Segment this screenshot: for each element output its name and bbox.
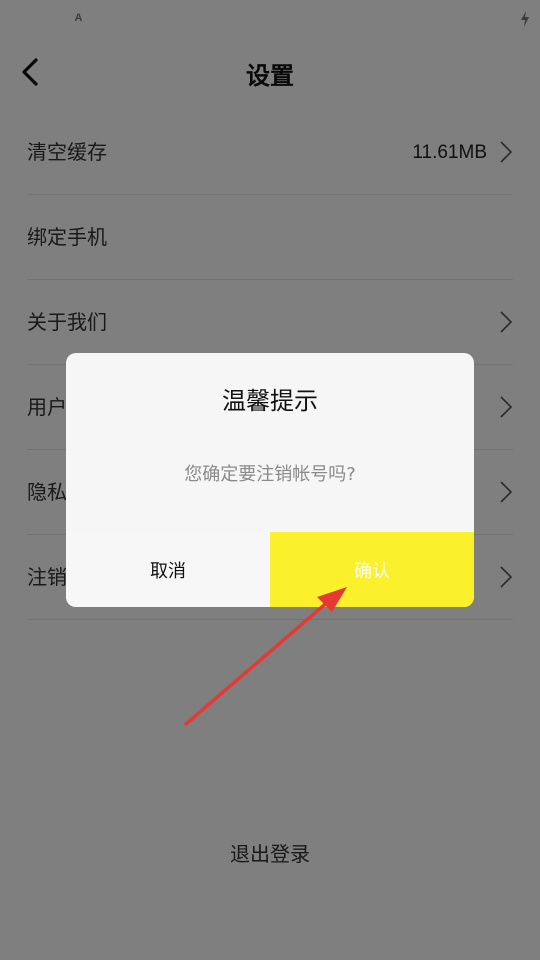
confirm-button[interactable]: 确认 xyxy=(270,532,474,607)
confirm-dialog: 温馨提示 您确定要注销帐号吗? 取消 确认 xyxy=(66,353,474,607)
dialog-title: 温馨提示 xyxy=(222,387,318,415)
cancel-button[interactable]: 取消 xyxy=(66,532,270,607)
dialog-message: 您确定要注销帐号吗? xyxy=(184,464,356,485)
